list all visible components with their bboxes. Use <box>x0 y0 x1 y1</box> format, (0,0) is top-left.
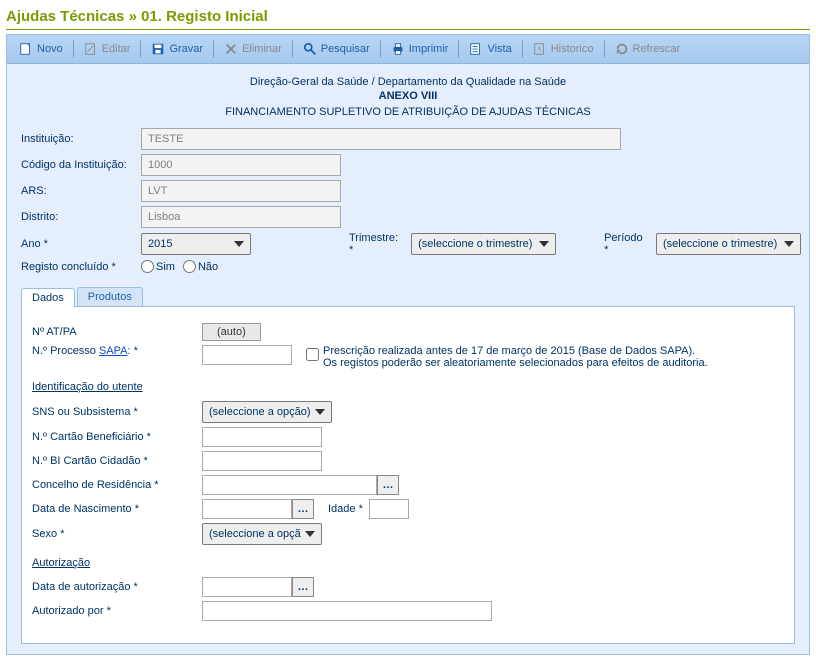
sapa-link[interactable]: SAPA <box>99 345 128 357</box>
separator <box>458 40 459 58</box>
concelho-lookup-button[interactable]: … <box>377 475 399 495</box>
breadcrumb-page: 01. Registo Inicial <box>141 8 268 25</box>
prescricao-checkbox[interactable] <box>306 348 319 361</box>
chevron-down-icon <box>784 241 794 247</box>
dn-field[interactable] <box>202 499 292 519</box>
separator <box>522 40 523 58</box>
sexo-select[interactable]: (seleccione a opção) <box>202 523 322 545</box>
header-anexo: ANEXO VIII <box>21 90 795 102</box>
pesquisar-button[interactable]: Pesquisar <box>297 39 376 59</box>
ars-field <box>141 180 341 202</box>
distrito-field <box>141 206 341 228</box>
identificacao-title: Identificação do utente <box>32 381 784 393</box>
gravar-button[interactable]: Gravar <box>145 39 209 59</box>
distrito-label: Distrito: <box>21 211 141 223</box>
tab-produtos[interactable]: Produtos <box>77 287 143 306</box>
breadcrumb-sep: » <box>129 8 137 25</box>
concelho-label: Concelho de Residência * <box>32 479 202 491</box>
trimestre-select[interactable]: (seleccione o trimestre) <box>411 233 556 255</box>
eliminar-button[interactable]: Eliminar <box>218 39 288 59</box>
dataaut-label: Data de autorização * <box>32 581 202 593</box>
prescricao-note: Prescrição realizada antes de 17 de març… <box>323 345 708 369</box>
dataaut-field[interactable] <box>202 577 292 597</box>
chevron-down-icon <box>234 241 244 247</box>
natpa-label: Nº AT/PA <box>32 326 202 338</box>
autorizacao-title: Autorização <box>32 557 784 569</box>
main-panel: Novo Editar Gravar Eliminar Pesquisar Im… <box>6 34 810 655</box>
imprimir-button[interactable]: Imprimir <box>385 39 455 59</box>
tab-dados-body: Nº AT/PA (auto) N.º Processo SAPA: * Pre… <box>21 306 795 644</box>
history-icon <box>533 42 547 56</box>
separator <box>380 40 381 58</box>
tabstrip: Dados Produtos <box>21 287 795 306</box>
autpor-label: Autorizado por * <box>32 605 202 617</box>
concelho-field[interactable] <box>202 475 377 495</box>
delete-icon <box>224 42 238 56</box>
refresh-icon <box>615 42 629 56</box>
sim-label: Sim <box>156 261 175 273</box>
save-icon <box>151 42 165 56</box>
separator <box>73 40 74 58</box>
registo-nao-radio[interactable] <box>183 260 196 273</box>
chevron-down-icon <box>315 409 325 415</box>
proc-sapa-label: N.º Processo SAPA: * <box>32 345 202 357</box>
separator <box>213 40 214 58</box>
separator <box>292 40 293 58</box>
vista-button[interactable]: Vista <box>463 39 517 59</box>
editar-button[interactable]: Editar <box>78 39 137 59</box>
breadcrumb-module: Ajudas Técnicas <box>6 8 124 25</box>
instituicao-field <box>141 128 621 150</box>
form-body: Direção-Geral da Saúde / Departamento da… <box>7 64 809 654</box>
ars-label: ARS: <box>21 185 141 197</box>
sns-label: SNS ou Subsistema * <box>32 406 202 418</box>
header-org: Direção-Geral da Saúde / Departamento da… <box>21 76 795 88</box>
breadcrumb: Ajudas Técnicas » 01. Registo Inicial <box>6 6 810 30</box>
ano-select[interactable]: 2015 <box>141 233 251 255</box>
print-icon <box>391 42 405 56</box>
header-title: FINANCIAMENTO SUPLETIVO DE ATRIBUIÇÃO DE… <box>21 106 795 118</box>
idade-label: Idade * <box>328 503 363 515</box>
bi-field[interactable] <box>202 451 322 471</box>
novo-button[interactable]: Novo <box>13 39 69 59</box>
historico-button[interactable]: Historico <box>527 39 600 59</box>
dataaut-picker-button[interactable]: … <box>292 577 314 597</box>
separator <box>140 40 141 58</box>
registo-label: Registo concluído * <box>21 261 141 273</box>
bi-label: N.º BI Cartão Cidadão * <box>32 455 202 467</box>
proc-sapa-field[interactable] <box>202 345 292 365</box>
chevron-down-icon <box>539 241 549 247</box>
trimestre-label: Trimestre: * <box>349 232 403 256</box>
instituicao-label: Instituição: <box>21 133 141 145</box>
periodo-label: Período * <box>604 232 648 256</box>
ano-label: Ano * <box>21 238 141 250</box>
form-header: Direção-Geral da Saúde / Departamento da… <box>21 76 795 118</box>
registo-sim-radio[interactable] <box>141 260 154 273</box>
toolbar: Novo Editar Gravar Eliminar Pesquisar Im… <box>7 35 809 64</box>
sexo-label: Sexo * <box>32 528 202 540</box>
sns-select[interactable]: (seleccione a opção) <box>202 401 332 423</box>
cartao-label: N.º Cartão Beneficiário * <box>32 431 202 443</box>
search-icon <box>303 42 317 56</box>
separator <box>604 40 605 58</box>
new-icon <box>19 42 33 56</box>
refrescar-button[interactable]: Refrescar <box>609 39 687 59</box>
autpor-field[interactable] <box>202 601 492 621</box>
nao-label: Não <box>198 261 218 273</box>
natpa-value: (auto) <box>202 323 261 341</box>
chevron-down-icon <box>305 531 315 537</box>
edit-icon <box>84 42 98 56</box>
codigo-field <box>141 154 341 176</box>
cartao-field[interactable] <box>202 427 322 447</box>
dn-picker-button[interactable]: … <box>292 499 314 519</box>
idade-field[interactable] <box>369 499 409 519</box>
view-icon <box>469 42 483 56</box>
tab-dados[interactable]: Dados <box>21 288 75 307</box>
codigo-label: Código da Instituição: <box>21 159 141 171</box>
periodo-select[interactable]: (seleccione o trimestre) <box>656 233 801 255</box>
dn-label: Data de Nascimento * <box>32 503 202 515</box>
